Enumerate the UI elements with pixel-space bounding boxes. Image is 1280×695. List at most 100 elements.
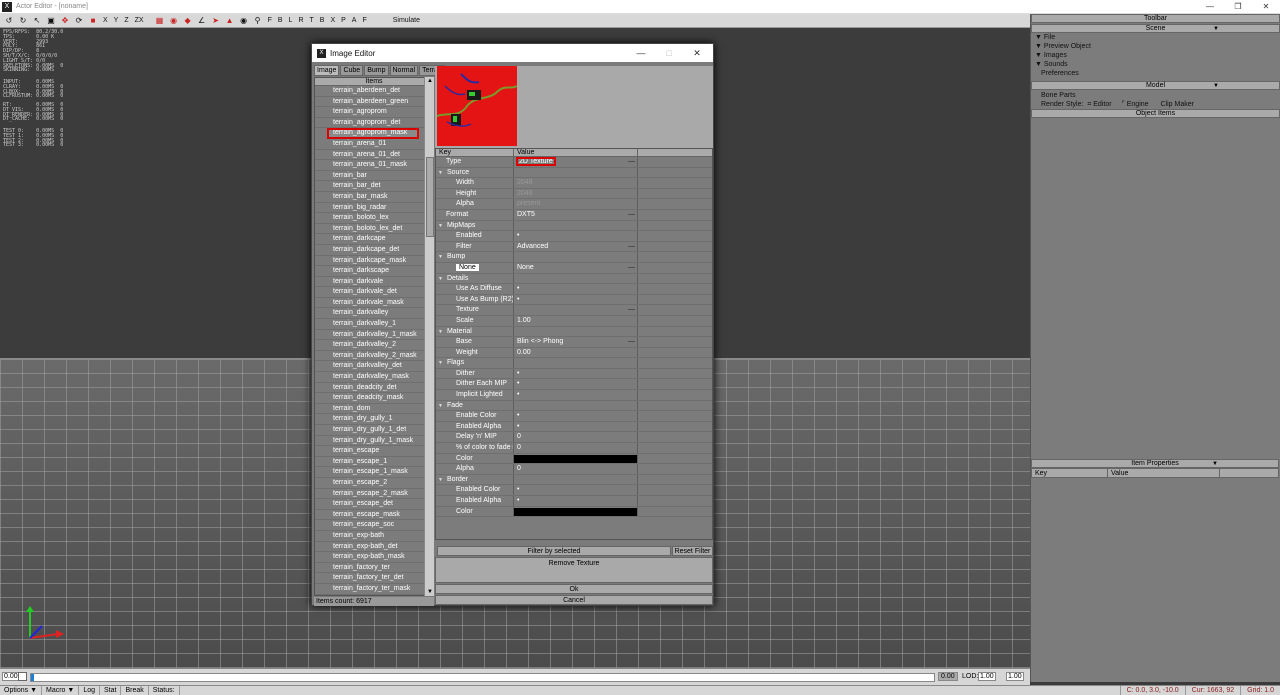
list-item[interactable]: terrain_deadcity_det [315,383,433,394]
property-value[interactable]: 2048 [517,179,533,186]
engine-radio[interactable]: ⌜ Engine [1122,101,1149,108]
stat-button[interactable]: Stat [100,685,122,695]
property-value[interactable]: 0 [517,465,521,472]
move-icon[interactable]: ✥ [58,15,72,27]
color-swatch[interactable] [514,507,637,516]
property-value[interactable]: • [517,285,519,292]
list-item[interactable]: terrain_arena_01 [315,139,433,150]
bone-parts-button[interactable]: Bone Parts [1031,91,1280,100]
snap-object-icon[interactable]: ◉ [167,15,181,27]
list-item[interactable]: terrain_escape_2_mask [315,489,433,500]
list-item[interactable]: terrain_escape_1_mask [315,467,433,478]
list-item[interactable]: terrain_arena_01_det [315,150,433,161]
list-item[interactable]: terrain_darkvalley_det [315,361,433,373]
property-group[interactable]: ▼ Flags [436,358,712,369]
loop-checkbox[interactable] [18,672,27,681]
list-item[interactable]: terrain_factory_ter_det [315,573,433,584]
list-item[interactable]: terrain_darkvalley_mask [315,372,433,383]
scroll-down-icon[interactable]: ▼ [425,588,435,596]
expand-icon[interactable]: ▼ [438,403,443,409]
axis-z[interactable]: Z [121,17,131,24]
expand-icon[interactable]: ▼ [438,254,443,260]
property-value[interactable]: 2D Texture [516,157,556,166]
property-value[interactable]: Blin <-> Phong [517,338,563,345]
lod-value-2[interactable]: 1.00 [1006,672,1024,681]
property-value[interactable]: present [517,200,540,207]
expand-icon[interactable]: ▼ [438,360,443,366]
property-group[interactable]: ▼ MipMaps [436,220,712,232]
time-value[interactable]: 0.00 [2,672,20,681]
scene-header[interactable]: Scene ▼ [1031,24,1280,33]
list-item[interactable]: terrain_escape_1 [315,457,433,468]
tab-cube[interactable]: Cube [340,65,364,76]
expand-icon[interactable]: ▼ [438,276,443,282]
list-item[interactable]: terrain_dry_gully_1_mask [315,436,433,447]
axis-x[interactable]: X [100,17,111,24]
list-item[interactable]: terrain_bar [315,171,433,182]
time-end-value[interactable]: 0.00 [938,672,958,681]
dropdown-icon[interactable]: — [628,263,635,274]
expand-icon[interactable]: ▼ [438,170,443,176]
snap-vertex-icon[interactable]: ◆ [181,15,195,27]
property-value[interactable]: • [517,296,519,303]
list-item-selected[interactable]: terrain_agroprom_mask [327,128,419,139]
list-item[interactable]: terrain_dom [315,404,433,415]
list-item[interactable]: terrain_boloto_lex [315,213,433,224]
view-front[interactable]: F [265,17,275,24]
list-item[interactable]: terrain_darkscape [315,266,433,277]
view-right[interactable]: R [295,17,306,24]
item-properties-header[interactable]: Item Properties ▼ [1031,459,1279,468]
camera-icon[interactable]: ◉ [237,15,251,27]
mode-p[interactable]: P [338,17,349,24]
select-icon[interactable]: ▣ [44,15,58,27]
expand-icon[interactable]: ▼ [438,223,443,229]
property-group[interactable]: ▼ Material [436,326,712,338]
property-value[interactable]: 0.00 [517,349,531,356]
property-value[interactable]: • [517,370,519,377]
log-button[interactable]: Log [79,685,101,695]
property-value[interactable]: • [517,497,519,504]
dropdown-icon[interactable]: — [628,210,635,221]
property-value[interactable]: 2048 [517,190,533,197]
expand-icon[interactable]: ▼ [438,477,443,483]
lod-value[interactable]: 1.00 [978,672,996,681]
mode-f[interactable]: F [359,17,369,24]
snap-grid-icon[interactable]: ▦ [153,15,167,27]
snap-scale-icon[interactable]: ▲ [223,15,237,27]
list-item[interactable]: terrain_bar_det [315,181,433,192]
tab-normal[interactable]: Normal [389,65,419,76]
property-group[interactable]: ▼ Source [436,167,712,179]
list-item[interactable]: terrain_darkvalley [315,308,433,320]
texture-list[interactable]: Items terrain_aberdeen_det terrain_aberde… [314,77,434,596]
property-value[interactable]: • [517,391,519,398]
view-reset[interactable]: X [327,17,338,24]
list-item[interactable]: terrain_darkvale_mask [315,298,433,309]
property-group[interactable]: ▼ Border [436,474,712,486]
property-group[interactable]: ▼ Bump [436,252,712,263]
list-item[interactable]: terrain_dry_gully_1_det [315,425,433,436]
tab-image[interactable]: Image [314,65,340,76]
list-scrollbar[interactable]: ▲ ▼ [424,77,434,596]
reset-filter-button[interactable]: Reset Filter [672,546,713,556]
view-back[interactable]: B [275,17,286,24]
remove-texture-button[interactable]: Remove Texture [435,557,713,583]
snap-move-icon[interactable]: ➤ [209,15,223,27]
scroll-thumb[interactable] [426,157,434,237]
list-item[interactable]: terrain_escape_mask [315,510,433,521]
filter-by-selected-button[interactable]: Filter by selected [437,546,671,556]
property-value[interactable]: • [517,232,519,239]
list-item[interactable]: terrain_darkcape_det [315,245,433,256]
list-item[interactable]: terrain_boloto_lex_det [315,224,433,235]
list-item[interactable]: terrain_darkvale [315,277,433,288]
list-item[interactable]: terrain_big_radar [315,203,433,214]
scene-item-preview-object[interactable]: ▼ Preview Object [1031,42,1280,51]
toolbar-header[interactable]: Toolbar [1031,14,1280,23]
list-item[interactable]: terrain_factory_ter_mask [315,584,433,595]
axis-y[interactable]: Y [111,17,122,24]
list-item[interactable]: terrain_exp-bath_det [315,542,433,553]
list-item[interactable]: terrain_arena_01_mask [315,160,433,171]
list-item[interactable]: terrain_bar_mask [315,192,433,203]
list-item[interactable]: terrain_exp-bath [315,531,433,542]
dropdown-icon[interactable]: — [628,337,635,348]
property-value[interactable]: 1.00 [517,317,531,324]
